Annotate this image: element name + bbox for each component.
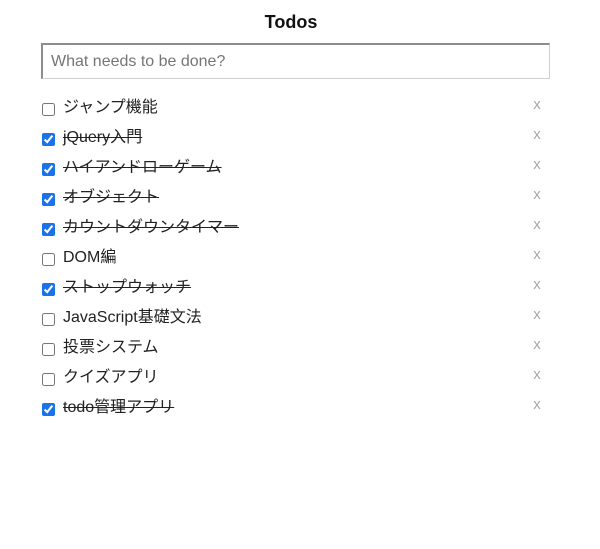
delete-button[interactable]: x (530, 395, 544, 415)
todo-label: ジャンプ機能 (63, 99, 158, 116)
delete-button[interactable]: x (530, 275, 544, 295)
todo-checkbox[interactable] (42, 223, 55, 236)
todo-label: jQuery入門 (63, 129, 143, 146)
todo-item: JavaScript基礎文法 x (0, 303, 600, 333)
todo-checkbox[interactable] (42, 193, 55, 206)
todo-checkbox[interactable] (42, 283, 55, 296)
todo-checkbox[interactable] (42, 103, 55, 116)
todo-list: ジャンプ機能 x jQuery入門 x ハイアンドローゲーム x オブジェクト … (0, 93, 600, 423)
todo-item: オブジェクト x (0, 183, 600, 213)
page-title: Todos (264, 12, 318, 32)
todo-item: jQuery入門 x (0, 123, 600, 153)
todo-checkbox[interactable] (42, 373, 55, 386)
todo-item: 投票システム x (0, 333, 600, 363)
delete-button[interactable]: x (530, 95, 544, 115)
delete-button[interactable]: x (530, 305, 544, 325)
todo-item: クイズアプリ x (0, 363, 600, 393)
todo-label: JavaScript基礎文法 (63, 309, 202, 326)
delete-button[interactable]: x (530, 215, 544, 235)
todo-label: クイズアプリ (63, 369, 159, 386)
todo-checkbox[interactable] (42, 253, 55, 266)
todo-checkbox[interactable] (42, 403, 55, 416)
delete-button[interactable]: x (530, 125, 544, 145)
delete-button[interactable]: x (530, 245, 544, 265)
todo-label: ハイアンドローゲーム (63, 159, 222, 176)
todo-label: todo管理アプリ (63, 399, 175, 416)
todo-item: todo管理アプリ x (0, 393, 600, 423)
delete-button[interactable]: x (530, 335, 544, 355)
todo-label: オブジェクト (63, 189, 160, 206)
todo-app: Todos ジャンプ機能 x jQuery入門 x ハイアンドローゲーム x オ… (0, 0, 600, 549)
new-todo-input[interactable] (41, 43, 550, 79)
todo-label: 投票システム (63, 339, 159, 356)
delete-button[interactable]: x (530, 185, 544, 205)
todo-item: ジャンプ機能 x (0, 93, 600, 123)
todo-item: カウントダウンタイマー x (0, 213, 600, 243)
delete-button[interactable]: x (530, 365, 544, 385)
todo-checkbox[interactable] (42, 313, 55, 326)
todo-checkbox[interactable] (42, 343, 55, 356)
todo-item: DOM編 x (0, 243, 600, 273)
todo-label: ストップウォッチ (63, 279, 192, 296)
todo-label: DOM編 (63, 249, 117, 266)
todo-checkbox[interactable] (42, 133, 55, 146)
todo-item: ハイアンドローゲーム x (0, 153, 600, 183)
delete-button[interactable]: x (530, 155, 544, 175)
todo-checkbox[interactable] (42, 163, 55, 176)
todo-item: ストップウォッチ x (0, 273, 600, 303)
todo-label: カウントダウンタイマー (63, 219, 240, 236)
